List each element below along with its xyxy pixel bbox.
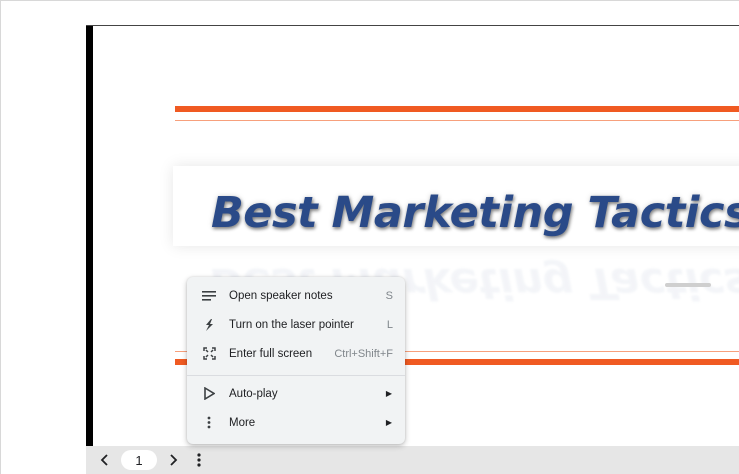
menu-item-shortcut: L	[386, 318, 393, 331]
submenu-arrow-icon: ▶	[385, 418, 392, 427]
top-accent-thin-line	[175, 120, 739, 121]
options-button[interactable]	[188, 446, 210, 474]
menu-item-label: More	[229, 416, 256, 429]
menu-item-speaker-notes[interactable]: Open speaker notes S	[187, 281, 405, 310]
laser-pointer-icon	[201, 317, 217, 333]
menu-item-label: Enter full screen	[229, 347, 313, 360]
menu-item-shortcut: S	[385, 289, 393, 302]
menu-item-label: Open speaker notes	[229, 289, 333, 302]
options-menu: Open speaker notes S Turn on the laser p…	[187, 277, 405, 444]
previous-slide-button[interactable]	[94, 446, 116, 474]
menu-divider	[187, 375, 405, 376]
submenu-arrow-icon: ▶	[385, 389, 392, 398]
play-icon	[201, 386, 217, 402]
viewer-left-edge	[86, 26, 93, 446]
chevron-right-icon	[170, 454, 178, 466]
window-left-border	[0, 0, 1, 474]
page-number-field[interactable]: 1	[121, 450, 157, 470]
top-accent-line	[175, 106, 739, 112]
subtitle-placeholder-bar	[665, 283, 711, 287]
next-slide-button[interactable]	[162, 446, 184, 474]
fullscreen-icon	[201, 346, 217, 362]
more-vertical-icon	[201, 415, 217, 431]
menu-item-more[interactable]: More ▶	[187, 408, 405, 437]
more-vertical-icon	[197, 453, 201, 467]
menu-item-label: Turn on the laser pointer	[229, 318, 354, 331]
window-top-border	[0, 0, 739, 1]
slide-title: Best Marketing Tactics	[211, 188, 739, 238]
menu-item-label: Auto-play	[229, 387, 278, 400]
chevron-left-icon	[100, 454, 108, 466]
menu-item-shortcut: Ctrl+Shift+F	[334, 347, 393, 360]
menu-item-full-screen[interactable]: Enter full screen Ctrl+Shift+F	[187, 339, 405, 368]
speaker-notes-icon	[201, 288, 217, 304]
menu-item-auto-play[interactable]: Auto-play ▶	[187, 379, 405, 408]
menu-item-laser-pointer[interactable]: Turn on the laser pointer L	[187, 310, 405, 339]
